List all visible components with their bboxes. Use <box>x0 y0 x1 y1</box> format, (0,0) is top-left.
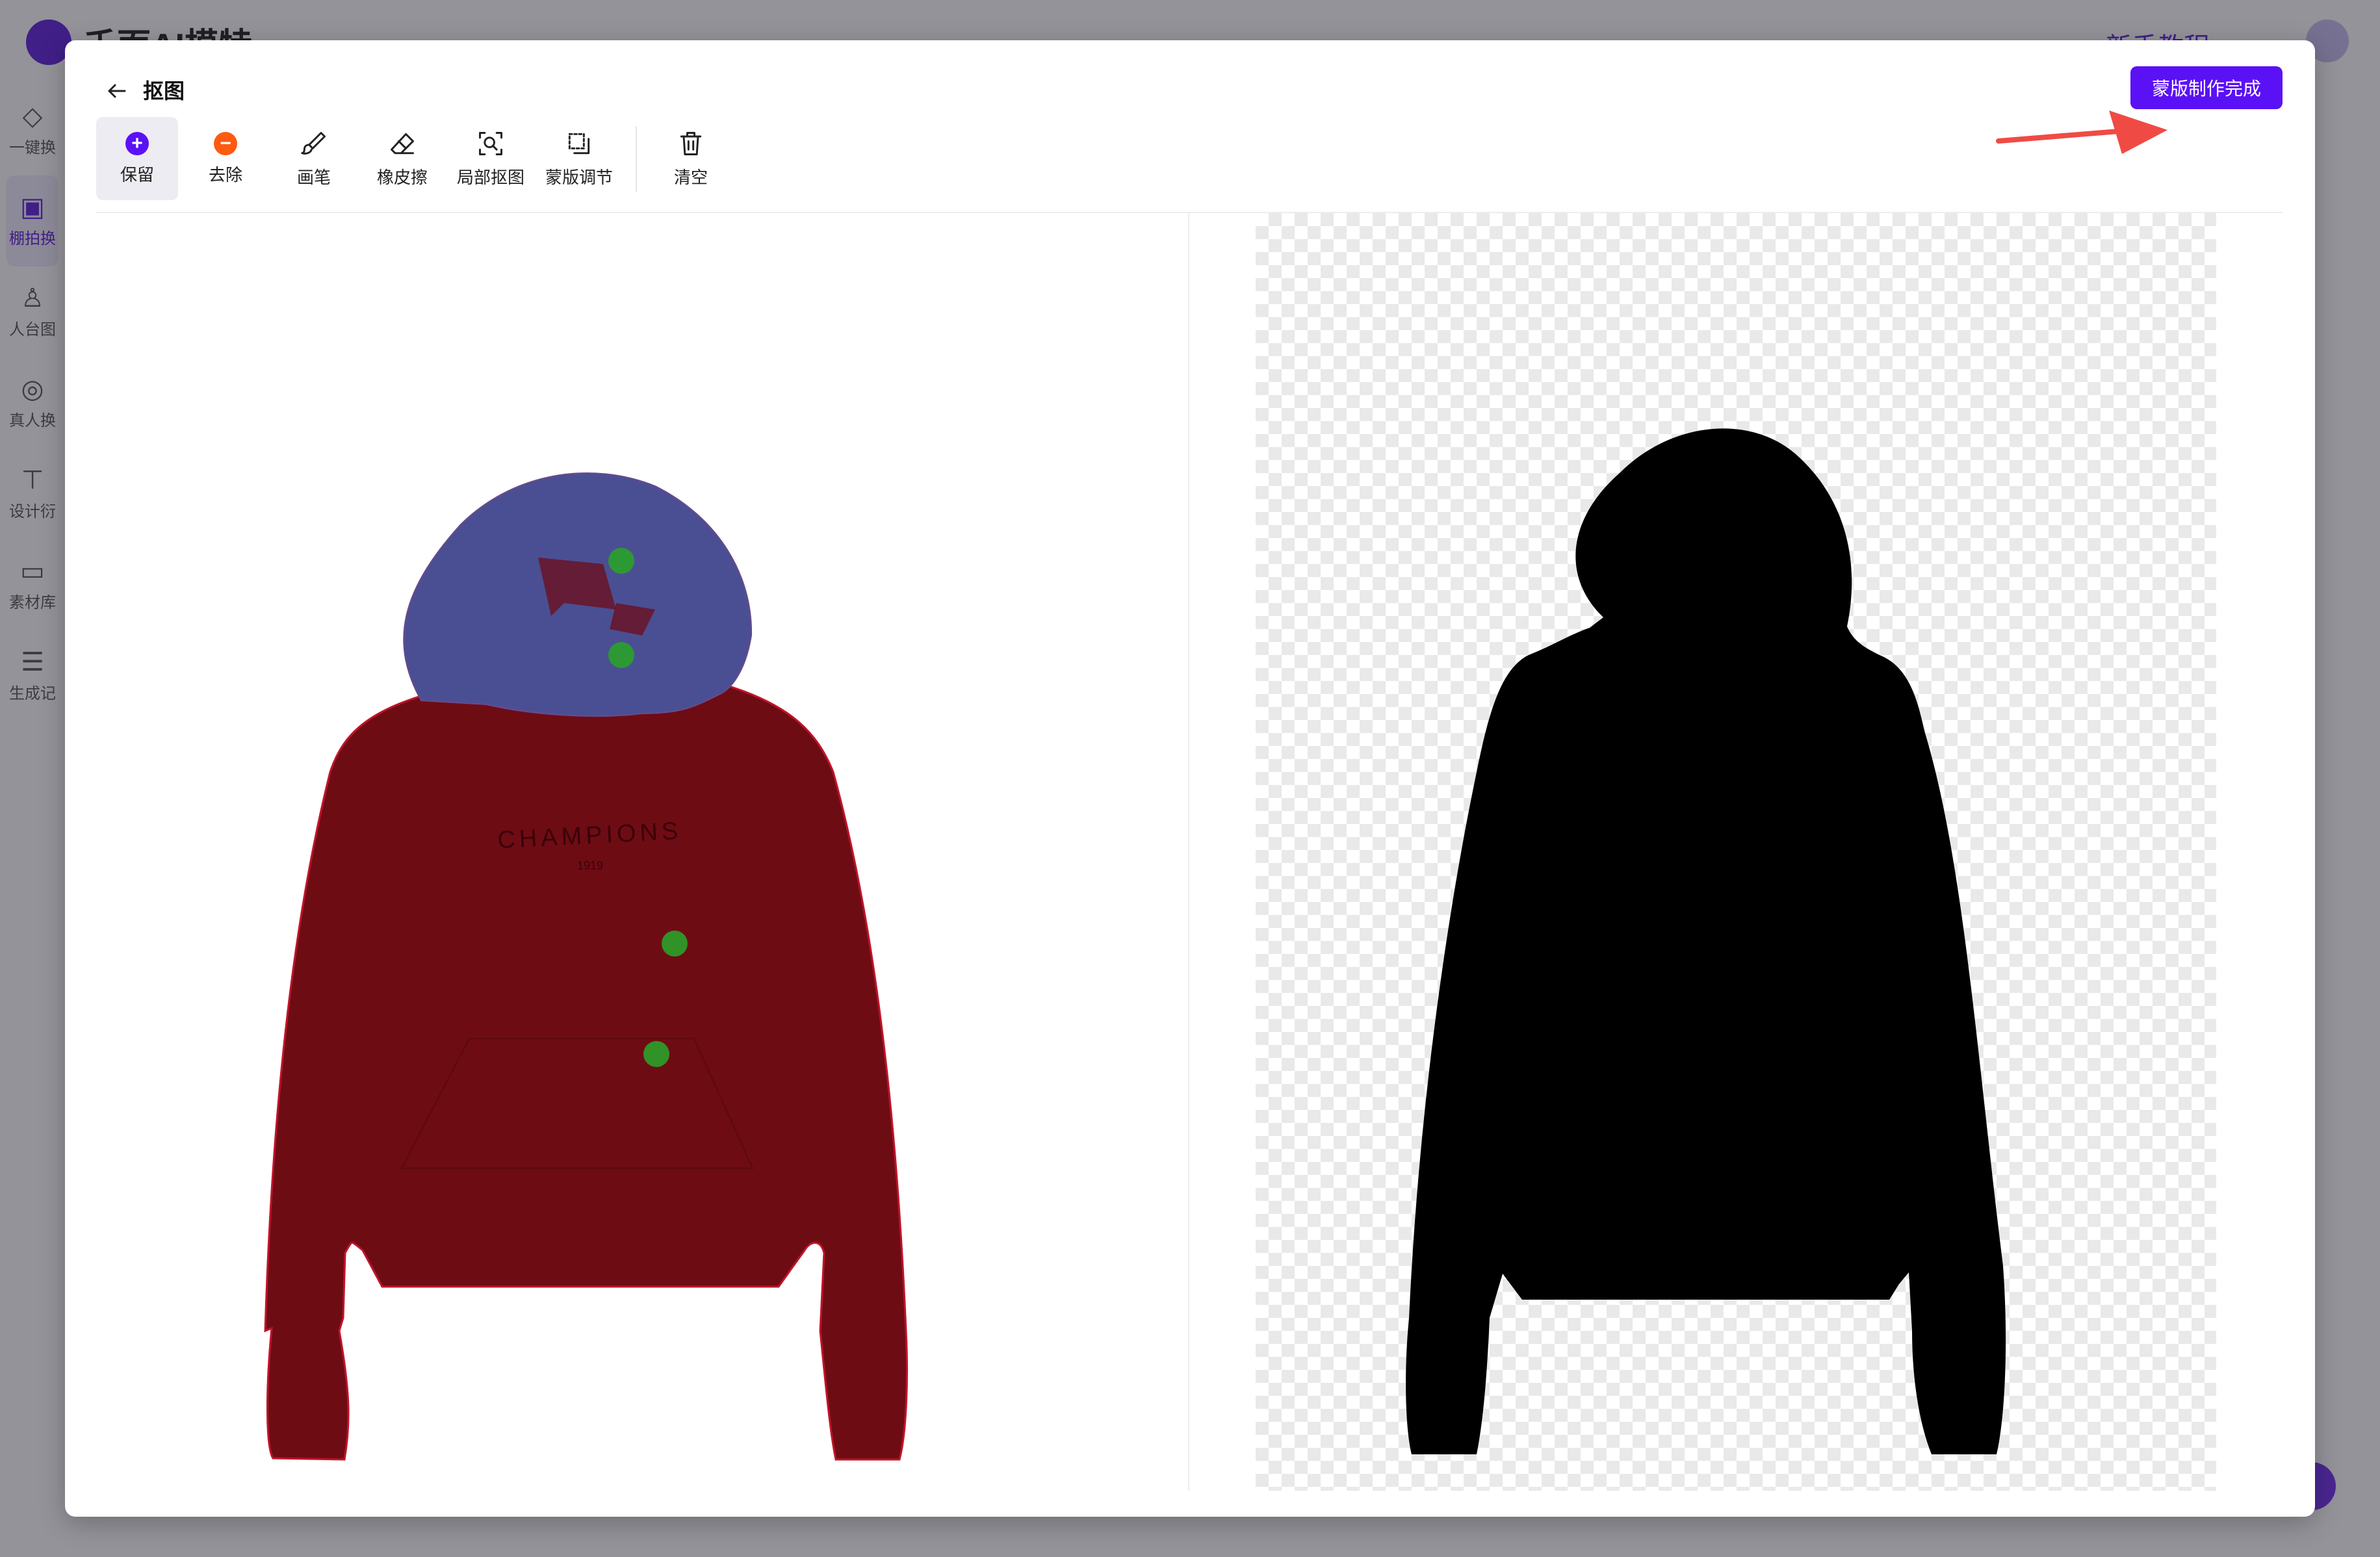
tool-label: 画笔 <box>296 167 331 187</box>
toolbar: + 保留 − 去除 画笔 橡皮擦 局部抠图 蒙版调节 清空 <box>96 117 738 201</box>
tool-clear[interactable]: 清空 <box>650 117 732 200</box>
mask-preview-image <box>1406 428 2006 1454</box>
editor-canvas[interactable]: CHAMPIONS 1919 <box>96 213 1188 1491</box>
keep-point[interactable] <box>662 931 688 957</box>
hoodie-mask-body <box>264 672 909 1461</box>
tool-eraser[interactable]: 橡皮擦 <box>361 117 443 200</box>
keep-point[interactable] <box>608 548 634 574</box>
plus-circle-icon: + <box>125 131 149 155</box>
mask-adjust-icon <box>568 133 590 154</box>
red-arrow-annotation <box>1996 110 2167 154</box>
keep-point[interactable] <box>608 642 634 668</box>
arrow-left-icon <box>108 84 126 98</box>
tool-brush[interactable]: 画笔 <box>273 117 355 200</box>
partial-cutout-icon <box>479 131 502 155</box>
modal-title: 抠图 <box>143 79 185 103</box>
tool-remove[interactable]: − 去除 <box>185 117 266 200</box>
cutout-modal: 抠图 蒙版制作完成 + 保留 − 去除 画笔 橡皮擦 局部抠图 蒙版调节 清空 … <box>65 40 2315 1517</box>
tool-label: 清空 <box>673 167 708 187</box>
tool-label: 去除 <box>208 164 242 185</box>
keep-point[interactable] <box>643 1041 669 1067</box>
editor-image[interactable]: CHAMPIONS 1919 <box>96 213 1188 1491</box>
mask-preview <box>1256 213 2216 1491</box>
pane-divider <box>1188 213 1189 1491</box>
minus-circle-icon: − <box>214 131 237 155</box>
tool-keep[interactable]: + 保留 <box>96 117 178 200</box>
trash-icon <box>680 131 702 155</box>
eraser-icon <box>391 133 414 154</box>
tool-label: 局部抠图 <box>456 167 524 187</box>
garment-subtext: 1919 <box>577 859 603 872</box>
mask-done-button[interactable]: 蒙版制作完成 <box>2130 66 2283 109</box>
tool-mask-adjust[interactable]: 蒙版调节 <box>538 117 620 200</box>
brush-icon <box>301 131 326 155</box>
back-button[interactable] <box>97 71 136 110</box>
toolbar-divider <box>636 126 637 192</box>
tool-partial-cutout[interactable]: 局部抠图 <box>450 117 532 200</box>
tool-label: 保留 <box>120 164 154 185</box>
tool-label: 蒙版调节 <box>545 167 613 187</box>
hoodie-silhouette <box>1406 428 2006 1454</box>
tool-label: 橡皮擦 <box>376 167 428 187</box>
